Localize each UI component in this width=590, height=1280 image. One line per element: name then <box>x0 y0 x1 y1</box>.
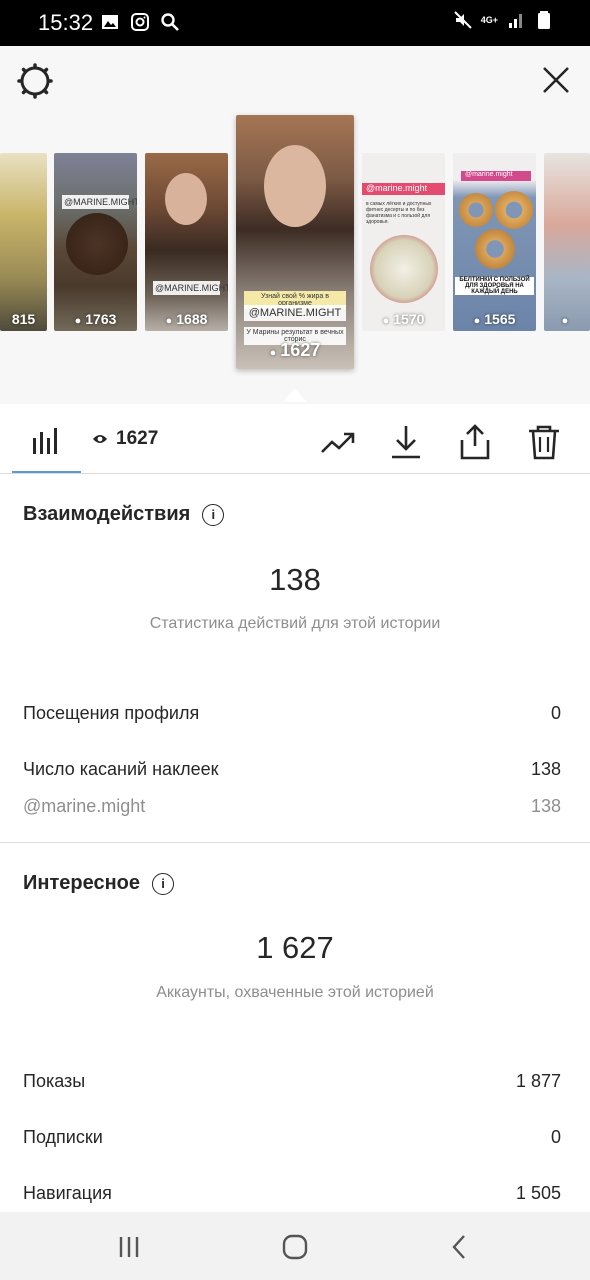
eye-icon <box>93 435 107 443</box>
settings-gear-icon[interactable] <box>16 62 54 100</box>
story-tag: @marine.might <box>366 183 428 193</box>
story-view-count: ● 1570 <box>382 311 425 327</box>
story-thumbnail-selected[interactable]: Узнай свой % жира в организме @MARINE.MI… <box>236 115 354 369</box>
stat-row: Навигация 1 505 <box>23 1183 561 1204</box>
discovery-caption: Аккаунты, охваченные этой историей <box>156 984 434 1001</box>
instagram-icon <box>131 13 149 31</box>
info-icon[interactable]: i <box>152 872 174 895</box>
story-text: БЕЛТИНКИ С ПОЛЬЗОЙ ДЛЯ ЗДОРОВЬЯ НА КАЖДЫ… <box>455 277 534 295</box>
trash-icon[interactable] <box>526 424 562 460</box>
story-view-count: ● <box>561 315 569 327</box>
status-left-icons <box>100 12 180 32</box>
stat-label: Подписки <box>23 1127 103 1147</box>
story-tag: @MARINE.MIGHT <box>62 195 137 209</box>
discovery-heading: Интересное i <box>23 872 174 895</box>
bagel-image <box>495 191 533 229</box>
recent-apps-icon[interactable] <box>114 1232 144 1262</box>
insights-toolbar: 1627 <box>0 404 590 474</box>
search-icon <box>161 13 179 31</box>
stat-row: Число касаний наклеек 138 <box>23 759 561 780</box>
story-thumbnail[interactable]: ● <box>544 153 590 331</box>
share-icon[interactable] <box>457 424 493 460</box>
interactions-heading: Взаимодействия i <box>23 503 225 526</box>
status-right-icons: 4G+ <box>453 10 554 30</box>
section-divider <box>0 842 590 843</box>
views-count: 1627 <box>116 428 159 449</box>
views-tab[interactable]: 1627 <box>92 428 158 450</box>
download-icon[interactable] <box>388 424 424 460</box>
story-view-count: ● 1763 <box>74 311 117 327</box>
stat-label: Навигация <box>23 1183 112 1203</box>
story-thumbnail[interactable]: @marine.might БЕЛТИНКИ С ПОЛЬЗОЙ ДЛЯ ЗДО… <box>453 153 536 331</box>
status-time: 15:32 <box>38 10 94 35</box>
story-view-count: 815 <box>11 311 36 327</box>
stat-label: Число касаний наклеек <box>23 759 219 779</box>
stat-row: Показы 1 877 <box>23 1071 561 1092</box>
gallery-icon <box>102 15 118 29</box>
system-navigation-bar <box>0 1212 590 1280</box>
stat-value: 0 <box>550 1127 561 1147</box>
active-tab-indicator <box>12 471 81 473</box>
stat-row: Посещения профиля 0 <box>23 703 561 724</box>
stat-label: Показы <box>23 1071 86 1091</box>
back-icon[interactable] <box>445 1232 475 1262</box>
close-icon[interactable] <box>538 62 574 98</box>
info-icon[interactable]: i <box>202 503 225 526</box>
stat-row-sub[interactable]: @marine.might 138 <box>23 796 561 817</box>
mute-icon <box>454 11 472 29</box>
interactions-caption: Статистика действий для этой истории <box>149 615 441 632</box>
network-type: 4G+ <box>480 15 498 25</box>
discovery-total: 1 627 <box>256 930 334 965</box>
bagel-image <box>459 193 493 227</box>
stat-value: 138 <box>530 759 561 779</box>
stat-value: 0 <box>550 703 561 723</box>
stat-label: @marine.might <box>23 796 146 816</box>
story-tag: @MARINE.MIGHT <box>153 281 228 295</box>
story-view-count: ● 1565 <box>473 311 516 327</box>
story-thumbnail[interactable]: @MARINE.MIGHT ● 1688 <box>145 153 228 331</box>
story-tag: @marine.might <box>461 171 531 181</box>
section-title: Взаимодействия <box>23 503 191 525</box>
story-thumbnail[interactable]: @MARINE.MIGHT ● 1763 <box>54 153 137 331</box>
trending-icon[interactable] <box>320 424 356 460</box>
story-view-count: ● 1688 <box>165 311 208 327</box>
face-image <box>165 173 207 225</box>
stat-label: Посещения профиля <box>23 703 200 723</box>
stat-value: 1 505 <box>515 1183 561 1203</box>
pie-image <box>66 213 128 275</box>
bar-chart-icon[interactable] <box>30 426 62 456</box>
story-thumbnail[interactable]: 815 <box>0 153 47 331</box>
face-image <box>264 145 326 227</box>
status-bar: 15:32 4G+ <box>0 0 590 46</box>
story-view-count: ● 1627 <box>269 340 321 360</box>
section-title: Интересное <box>23 872 140 894</box>
story-tag: @MARINE.MIGHT <box>244 305 346 321</box>
signal-icon <box>509 14 522 28</box>
bagel-image <box>475 229 515 269</box>
interactions-total: 138 <box>269 562 321 597</box>
story-thumbnail[interactable]: @marine.might в самых лёгких и доступных… <box>362 153 445 331</box>
battery-icon <box>538 11 550 29</box>
dessert-image <box>370 235 438 303</box>
story-strip-panel: 815 @MARINE.MIGHT ● 1763 @MARINE.MIGHT ● 1… <box>0 46 590 404</box>
home-icon[interactable] <box>280 1232 310 1262</box>
story-text: в самых лёгких и доступных фитнес десерт… <box>366 201 432 225</box>
selected-story-pointer <box>283 388 307 402</box>
stat-value: 1 877 <box>515 1071 561 1091</box>
stat-row: Подписки 0 <box>23 1127 561 1148</box>
stat-value: 138 <box>530 796 561 816</box>
